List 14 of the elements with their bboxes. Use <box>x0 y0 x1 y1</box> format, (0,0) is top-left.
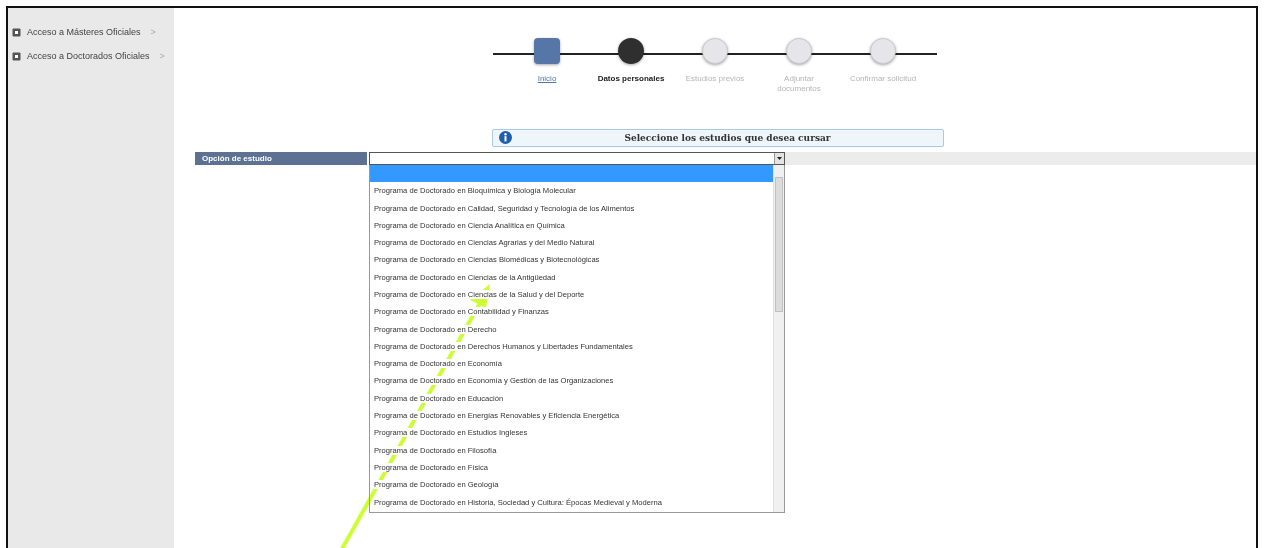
field-label: Opción de estudio <box>195 151 367 165</box>
step-label: Confirmar solicitud <box>849 74 917 85</box>
info-icon <box>499 131 512 145</box>
step-label: Adjuntar documentos <box>776 74 822 95</box>
sidebar-item[interactable]: Acceso a Másteres Oficiales > <box>8 24 174 40</box>
info-banner: Seleccione los estudios que desea cursar <box>492 128 944 147</box>
step-label[interactable]: Inicio <box>537 74 557 85</box>
study-select[interactable] <box>369 151 785 165</box>
step-label: Datos personales <box>597 74 665 85</box>
expand-icon <box>12 51 21 61</box>
expand-icon <box>12 27 21 37</box>
scrollbar[interactable] <box>773 164 784 512</box>
caret-icon <box>774 152 784 164</box>
sidebar-item[interactable]: Acceso a Doctorados Oficiales > <box>8 48 174 64</box>
